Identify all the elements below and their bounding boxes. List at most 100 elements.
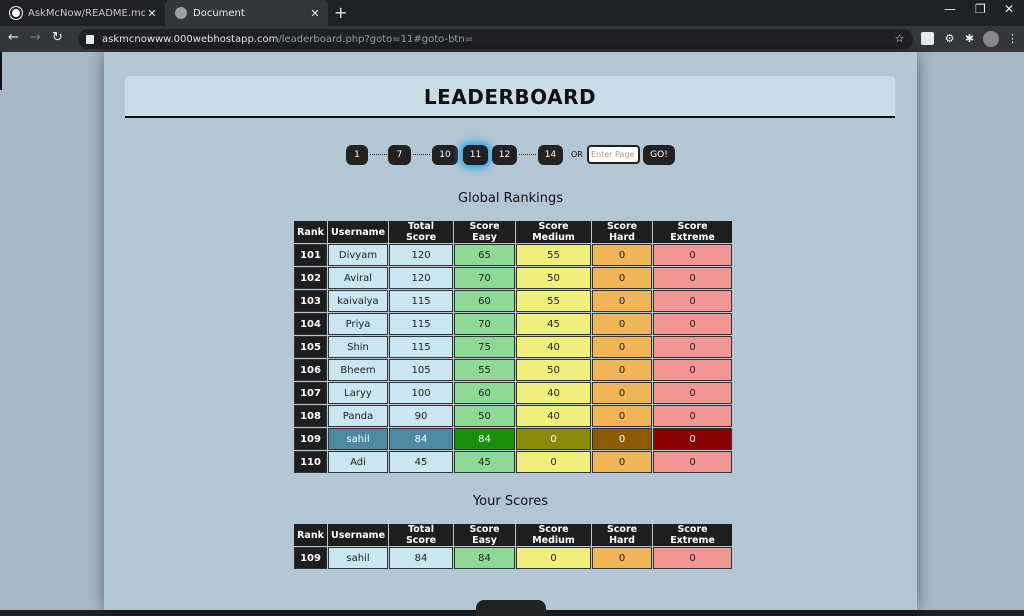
table-row: 105 Shin 115 75 40 0 0 <box>294 336 733 358</box>
score-easy-cell: 65 <box>454 244 516 266</box>
score-easy-cell: 45 <box>454 451 516 473</box>
viewport: LEADERBOARD 1 7 10 11 12 14 OR Enter Pag… <box>0 52 1024 616</box>
table-row: 104 Priya 115 70 45 0 0 <box>294 313 733 335</box>
page-button-10[interactable]: 10 <box>432 145 458 165</box>
username-cell: Bheem <box>328 359 389 381</box>
address-bar[interactable]: askmcnowww.000webhostapp.com/leaderboard… <box>78 29 913 49</box>
window-edge <box>0 52 2 90</box>
star-icon[interactable]: ☆ <box>893 32 906 45</box>
username-cell: Adi <box>328 451 389 473</box>
score-easy-cell: 70 <box>454 313 516 335</box>
global-rankings-table: Rank Username Total Score Score Easy Sco… <box>293 220 733 474</box>
total-score-cell: 100 <box>389 382 454 404</box>
extension-settings-icon[interactable]: ⚙ <box>943 32 956 45</box>
score-medium-cell: 0 <box>516 451 592 473</box>
table-row: 107 Laryy 100 60 40 0 0 <box>294 382 733 404</box>
score-easy-cell: 50 <box>454 405 516 427</box>
score-easy-cell: 55 <box>454 359 516 381</box>
column-header: Score Medium <box>516 221 592 243</box>
total-score-cell: 115 <box>389 313 454 335</box>
close-icon[interactable]: ✕ <box>308 7 322 20</box>
username-cell: Divyam <box>328 244 389 266</box>
lock-icon <box>86 34 94 44</box>
page-number-input[interactable]: Enter Page <box>587 145 640 164</box>
global-rankings-title: Global Rankings <box>458 191 563 206</box>
leaderboard-page: LEADERBOARD 1 7 10 11 12 14 OR Enter Pag… <box>104 52 917 616</box>
username-cell: Laryy <box>328 382 389 404</box>
score-hard-cell: 0 <box>592 428 653 450</box>
table-row: 108 Panda 90 50 40 0 0 <box>294 405 733 427</box>
new-tab-icon[interactable]: + <box>334 3 347 22</box>
score-medium-cell: 0 <box>516 547 592 569</box>
score-extreme-cell: 0 <box>653 359 733 381</box>
forward-icon[interactable]: → <box>30 30 41 45</box>
page-button-14[interactable]: 14 <box>538 145 563 165</box>
score-medium-cell: 40 <box>516 382 592 404</box>
score-easy-cell: 70 <box>454 267 516 289</box>
total-score-cell: 120 <box>389 244 454 266</box>
page-button-12[interactable]: 12 <box>492 145 517 165</box>
table-row: 102 Aviral 120 70 50 0 0 <box>294 267 733 289</box>
column-header: Rank <box>294 524 327 546</box>
score-hard-cell: 0 <box>592 405 653 427</box>
pagination-ellipsis <box>413 154 430 155</box>
bottom-button[interactable] <box>476 600 546 616</box>
page-button-7[interactable]: 7 <box>388 145 411 165</box>
column-header: Total Score <box>389 221 454 243</box>
column-header: Score Hard <box>592 221 653 243</box>
avatar[interactable] <box>983 31 999 47</box>
go-button[interactable]: GO! <box>643 145 675 165</box>
menu-icon[interactable]: ⋮ <box>1006 32 1019 45</box>
rank-cell: 109 <box>294 547 327 569</box>
score-medium-cell: 55 <box>516 244 592 266</box>
table-row: 110 Adi 45 45 0 0 0 <box>294 451 733 473</box>
back-icon[interactable]: ← <box>8 30 19 45</box>
score-hard-cell: 0 <box>592 313 653 335</box>
column-header: Rank <box>294 221 327 243</box>
reload-icon[interactable]: ↻ <box>52 30 63 45</box>
score-medium-cell: 55 <box>516 290 592 312</box>
minimize-icon[interactable]: — <box>944 2 956 16</box>
score-hard-cell: 0 <box>592 359 653 381</box>
table-row: 103 kaivalya 115 60 55 0 0 <box>294 290 733 312</box>
username-cell: kaivalya <box>328 290 389 312</box>
score-hard-cell: 0 <box>592 244 653 266</box>
total-score-cell: 84 <box>389 547 454 569</box>
total-score-cell: 84 <box>389 428 454 450</box>
pagination: 1 7 10 11 12 14 OR Enter Page GO! <box>104 144 917 166</box>
score-medium-cell: 50 <box>516 359 592 381</box>
page-button-1[interactable]: 1 <box>346 145 368 165</box>
username-cell: sahil <box>328 547 389 569</box>
close-icon[interactable]: ✕ <box>145 7 159 20</box>
restore-icon[interactable]: ❐ <box>975 2 986 16</box>
page-button-11-current[interactable]: 11 <box>463 145 488 165</box>
column-header: Username <box>328 524 389 546</box>
table-row: 109 sahil 84 84 0 0 0 <box>294 428 733 450</box>
table-header-row: Rank Username Total Score Score Easy Sco… <box>294 221 733 243</box>
score-easy-cell: 60 <box>454 290 516 312</box>
score-extreme-cell: 0 <box>653 267 733 289</box>
close-window-icon[interactable]: ✕ <box>1004 2 1014 16</box>
puzzle-icon[interactable]: ✱ <box>963 32 976 45</box>
score-hard-cell: 0 <box>592 451 653 473</box>
pagination-ellipsis <box>370 154 387 155</box>
tab-bar: AskMcNow/README.md at mast ✕ Document ✕ … <box>0 0 1024 26</box>
tab-document[interactable]: Document ✕ <box>165 0 328 26</box>
score-easy-cell: 84 <box>454 428 516 450</box>
your-score-row: 109 sahil 84 84 0 0 0 <box>294 547 733 569</box>
header-banner: LEADERBOARD <box>125 76 895 118</box>
score-extreme-cell: 0 <box>653 405 733 427</box>
your-scores-title: Your Scores <box>472 494 549 509</box>
github-icon <box>10 7 22 19</box>
extension-icon[interactable] <box>921 32 934 45</box>
table-row: 106 Bheem 105 55 50 0 0 <box>294 359 733 381</box>
rank-cell: 107 <box>294 382 327 404</box>
rank-cell: 101 <box>294 244 327 266</box>
rank-cell: 106 <box>294 359 327 381</box>
pagination-ellipsis <box>519 154 536 155</box>
score-extreme-cell: 0 <box>653 428 733 450</box>
url-path: /leaderboard.php?goto=11#goto-btn= <box>278 33 474 45</box>
tab-github-readme[interactable]: AskMcNow/README.md at mast ✕ <box>0 0 165 26</box>
globe-icon <box>175 7 187 19</box>
score-extreme-cell: 0 <box>653 336 733 358</box>
